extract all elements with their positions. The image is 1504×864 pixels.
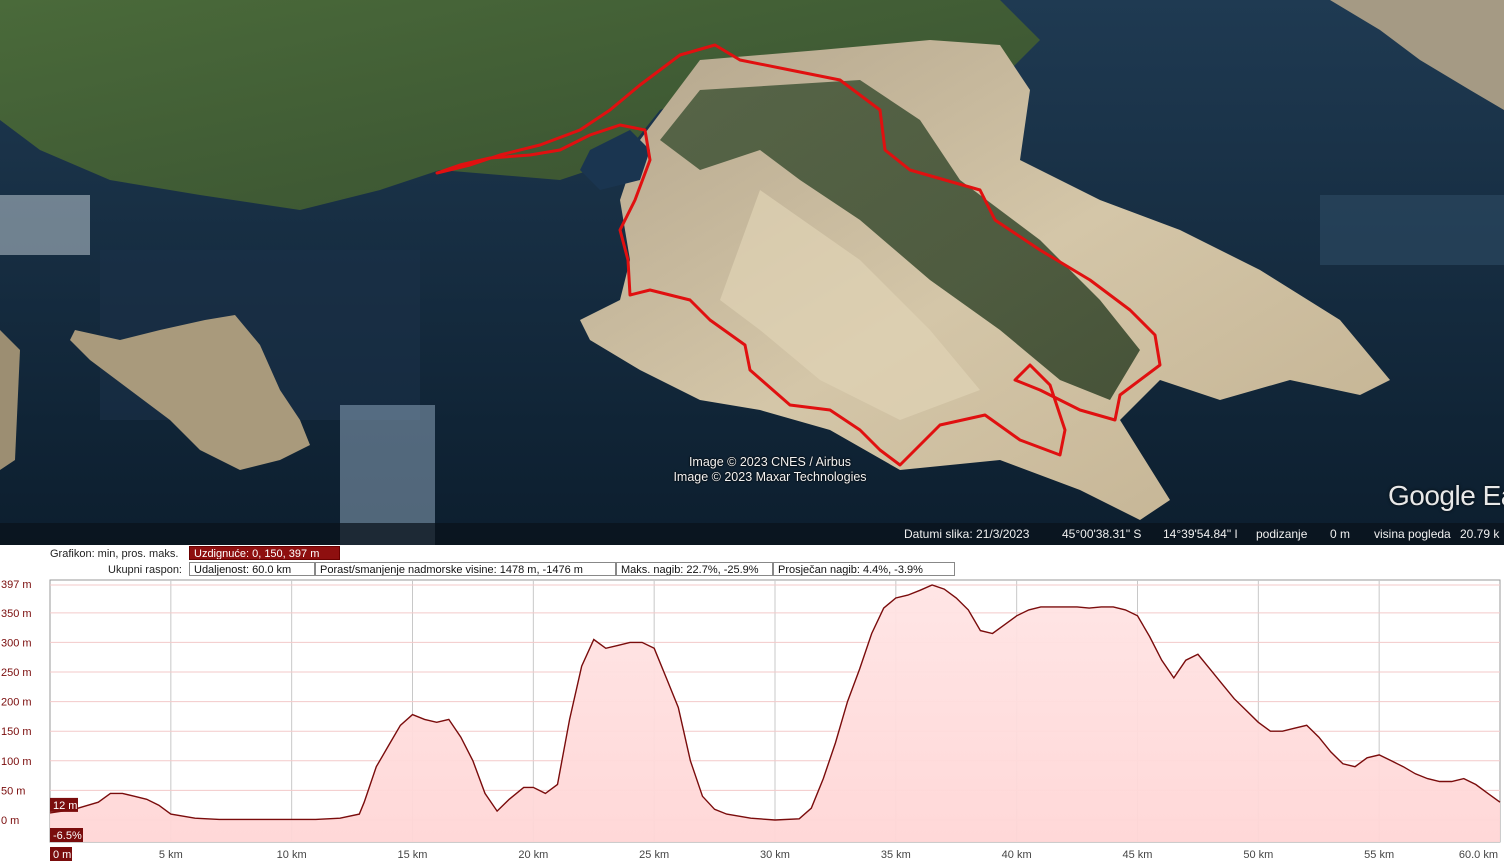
elevation-profile-panel: Grafikon: min, pros. maks. Uzdignuće: 0,… (0, 545, 1504, 864)
google-earth-logo: Google Ea (1388, 480, 1504, 511)
sea-tile (1320, 195, 1504, 265)
cursor-distance-tag: 0 m (50, 847, 72, 861)
cursor-elevation-tag-text: 12 m (53, 800, 77, 812)
cursor-slope-tag-text: -6.5% (53, 830, 82, 842)
map-status-bar: Datumi slika: 21/3/2023 45°00'38.31" S 1… (0, 523, 1504, 545)
cloud-tile (0, 195, 90, 255)
satellite-map-view[interactable]: Image © 2023 CNES / Airbus Image © 2023 … (0, 0, 1504, 545)
y-tick-label: 0 m (1, 815, 19, 827)
latitude-readout: 45°00'38.31" S (1062, 527, 1142, 541)
x-tick-label: 40 km (1002, 849, 1032, 861)
eye-altitude-value: 20.79 k (1460, 527, 1500, 541)
y-tick-label: 397 m (1, 579, 32, 591)
y-tick-label: 100 m (1, 756, 32, 768)
x-tick-label: 30 km (760, 849, 790, 861)
image-date: Datumi slika: 21/3/2023 (904, 527, 1030, 541)
y-tick-label: 200 m (1, 697, 32, 709)
longitude-readout: 14°39'54.84" I (1163, 527, 1238, 541)
eye-altitude-label: visina pogleda (1374, 527, 1451, 541)
y-tick-label: 50 m (1, 785, 25, 797)
cursor-slope-tag: -6.5% (50, 828, 83, 842)
attribution-line-1: Image © 2023 CNES / Airbus (688, 455, 852, 469)
x-tick-label: 50 km (1243, 849, 1273, 861)
y-tick-label: 250 m (1, 667, 32, 679)
elevation-chart[interactable]: 5 km 10 km 15 km 20 km 25 km 30 km 35 km 40 km 4… (0, 545, 1504, 864)
x-tick-label: 45 km (1123, 849, 1153, 861)
x-tick-label: 60.0 km (1459, 849, 1498, 861)
cursor-distance-tag-text: 0 m (53, 849, 71, 861)
x-tick-label: 35 km (881, 849, 911, 861)
y-tick-label: 300 m (1, 637, 32, 649)
x-tick-label: 5 km (159, 849, 183, 861)
x-tick-label: 10 km (277, 849, 307, 861)
cursor-elevation-tag: 12 m (50, 797, 78, 812)
elevation-value: 0 m (1330, 527, 1351, 541)
elevation-label: podizanje (1256, 527, 1308, 541)
x-tick-label: 55 km (1364, 849, 1394, 861)
y-tick-label: 150 m (1, 726, 32, 738)
x-tick-label: 15 km (398, 849, 428, 861)
x-tick-label: 20 km (518, 849, 548, 861)
attribution-line-2: Image © 2023 Maxar Technologies (673, 470, 867, 484)
y-tick-label: 350 m (1, 608, 32, 620)
x-tick-label: 25 km (639, 849, 669, 861)
